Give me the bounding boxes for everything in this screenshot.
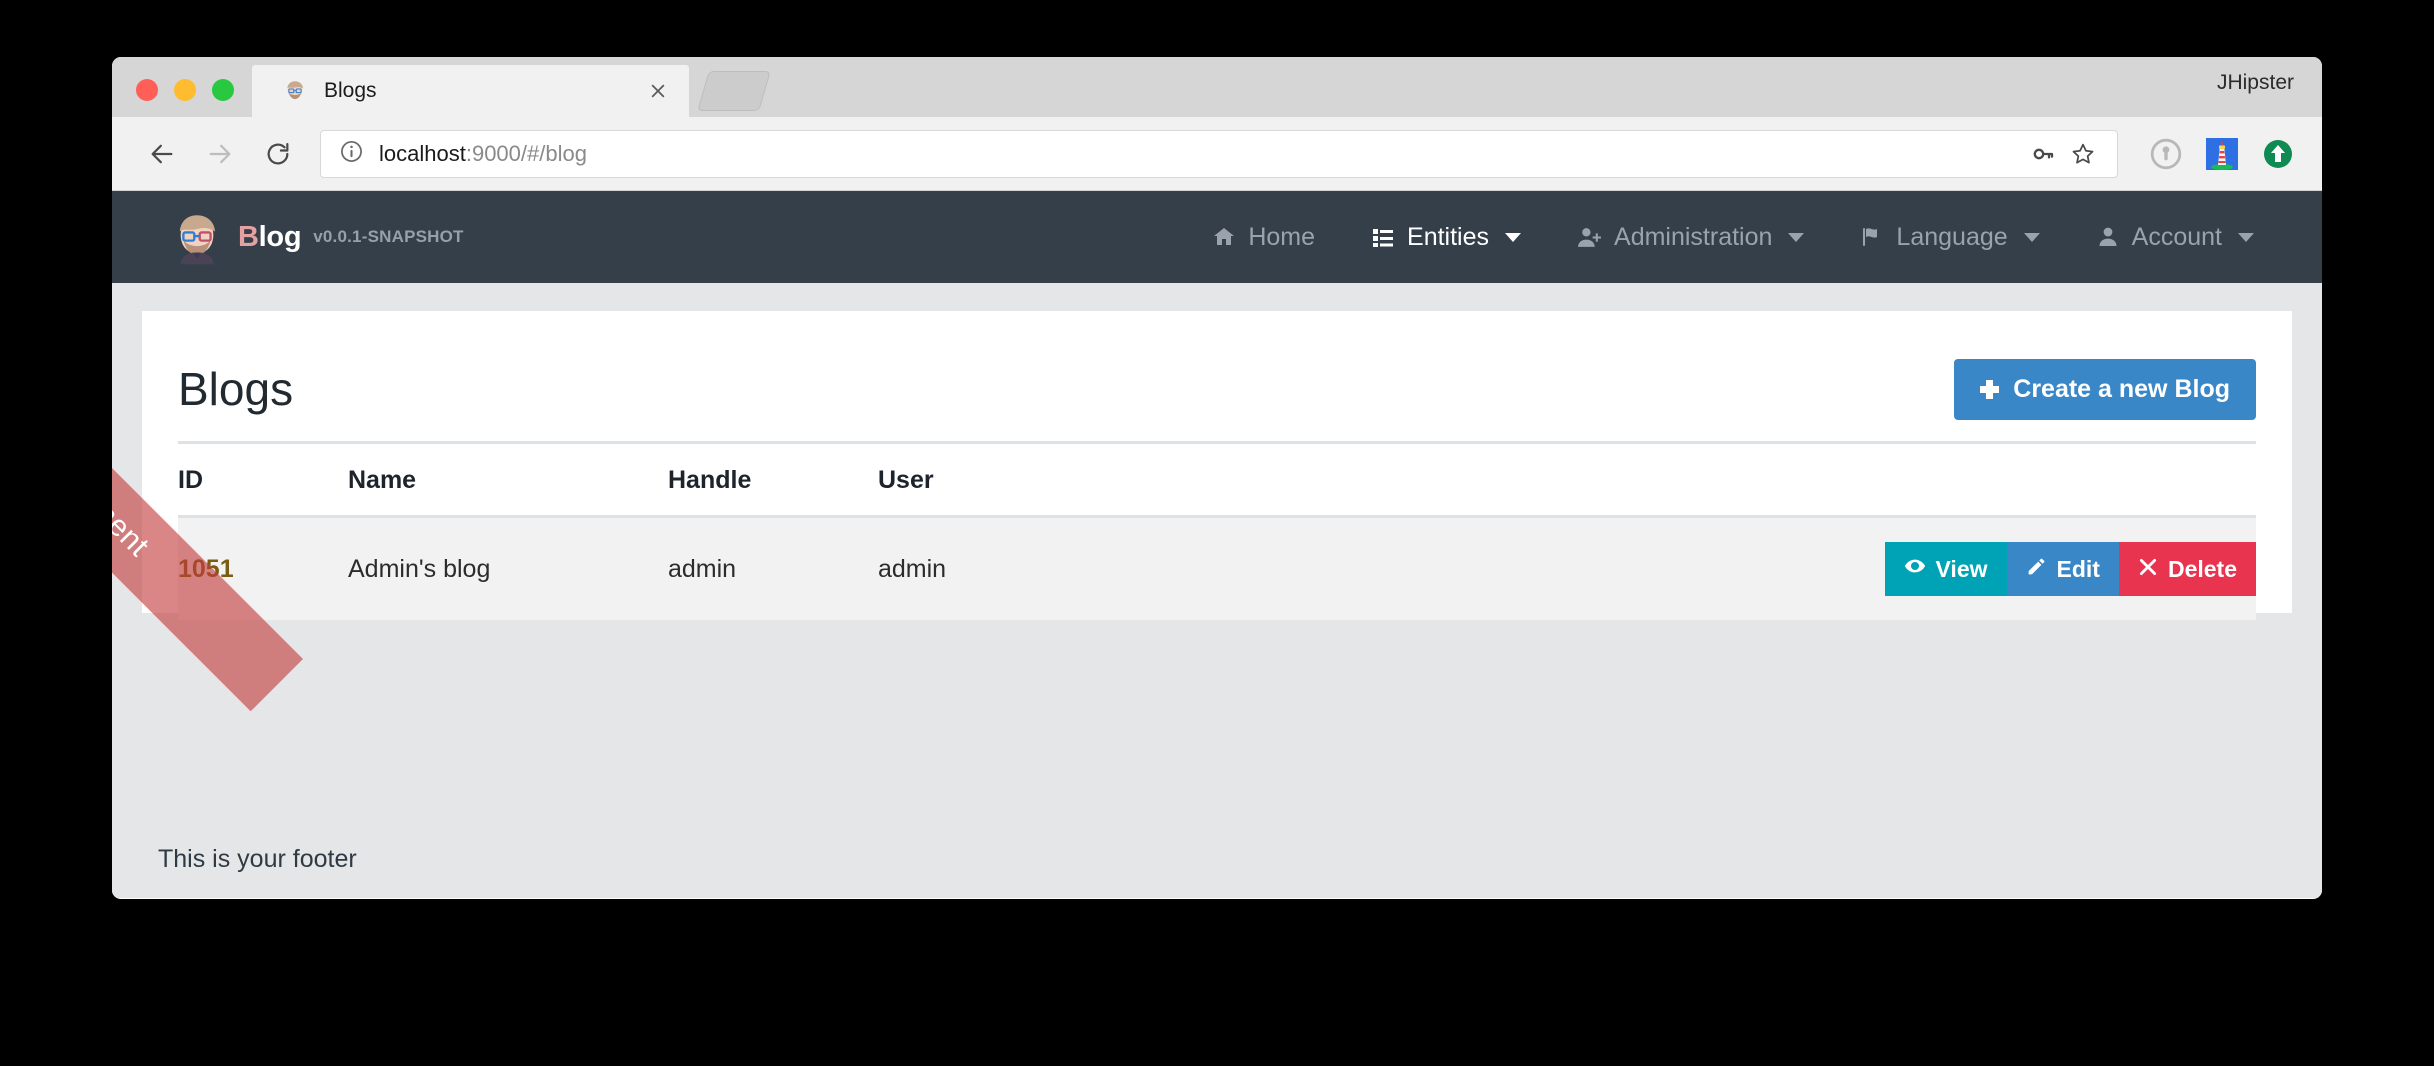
nav-item-entities[interactable]: Entities <box>1343 223 1549 252</box>
chevron-down-icon <box>1505 232 1522 242</box>
row-action-group: View Edit Delete <box>1884 542 2256 596</box>
app-version: v0.0.1-SNAPSHOT <box>313 227 464 246</box>
delete-button[interactable]: Delete <box>2118 542 2256 596</box>
column-header-actions <box>1128 441 2256 517</box>
page-header: Blogs Create a new Blog <box>178 311 2256 431</box>
url-host: localhost <box>379 140 466 166</box>
edit-button-label: Edit <box>2056 555 2100 582</box>
flag-icon <box>1860 225 1884 249</box>
navbar-links: Home Entities Administration Language Ac… <box>1184 223 2282 252</box>
brand-rest: log <box>258 220 302 253</box>
browser-toolbar: localhost:9000/#/blog <box>112 117 2322 191</box>
cell-name: Admin's blog <box>348 515 668 620</box>
nav-item-administration[interactable]: Administration <box>1549 223 1832 252</box>
close-icon[interactable] <box>641 74 675 108</box>
plus-icon <box>1980 379 2000 399</box>
view-button-label: View <box>1935 555 1988 582</box>
nav-item-label: Entities <box>1407 222 1490 251</box>
browser-window: Blogs JHipster localhost:9000/#/blog Blo… <box>112 57 2322 899</box>
column-header-handle[interactable]: Handle <box>668 441 878 517</box>
brand-name: Blog <box>238 220 302 254</box>
lighthouse-icon[interactable] <box>2200 132 2244 176</box>
nav-item-language[interactable]: Language <box>1832 223 2067 252</box>
edit-button[interactable]: Edit <box>2006 542 2119 596</box>
table-row: 1051 Admin's blog admin admin View Edit … <box>178 515 2256 620</box>
column-header-user[interactable]: User <box>878 441 1128 517</box>
column-header-name[interactable]: Name <box>348 441 668 517</box>
nav-item-label: Account <box>2131 222 2222 251</box>
navbar-brand[interactable]: Blog v0.0.1-SNAPSHOT <box>168 208 464 266</box>
address-bar[interactable]: localhost:9000/#/blog <box>320 129 2118 178</box>
column-header-id[interactable]: ID <box>178 441 348 517</box>
page-footer: This is your footer <box>112 820 2322 898</box>
user-plus-icon <box>1577 225 1602 250</box>
nav-item-home[interactable]: Home <box>1184 223 1343 252</box>
key-icon[interactable] <box>2023 134 2063 174</box>
pencil-icon <box>2026 556 2047 583</box>
chevron-down-icon <box>2238 232 2254 242</box>
minimize-window-button[interactable] <box>174 79 196 101</box>
tab-title: Blogs <box>324 79 377 102</box>
page-viewport: Blog v0.0.1-SNAPSHOT Home Entities Admin… <box>112 191 2322 898</box>
jhipster-avatar-icon <box>282 78 308 104</box>
cell-actions: View Edit Delete <box>1128 515 2256 620</box>
blogs-table: ID Name Handle User 1051 Admin's blog ad… <box>178 441 2256 620</box>
nav-item-label: Home <box>1248 222 1316 251</box>
nav-item-label: Language <box>1896 222 2008 251</box>
chevron-down-icon <box>2023 232 2040 242</box>
browser-tab[interactable]: Blogs <box>252 65 689 117</box>
forward-arrow-icon <box>194 128 246 180</box>
create-new-blog-button[interactable]: Create a new Blog <box>1954 358 2256 420</box>
cell-id: 1051 <box>178 515 348 620</box>
reload-icon[interactable] <box>252 128 304 180</box>
nav-item-account[interactable]: Account <box>2068 223 2282 252</box>
cell-user: admin <box>878 515 1128 620</box>
page-content: Blogs Create a new Blog ID Name Handle U… <box>142 311 2292 620</box>
chevron-down-icon <box>1788 232 1805 242</box>
window-controls <box>112 79 252 117</box>
brand-first-letter: B <box>238 220 259 253</box>
create-new-blog-label: Create a new Blog <box>2013 374 2230 403</box>
close-window-button[interactable] <box>136 79 158 101</box>
maximize-window-button[interactable] <box>212 79 234 101</box>
view-button[interactable]: View <box>1884 542 2007 596</box>
url-text: localhost:9000/#/blog <box>379 141 2023 167</box>
times-icon <box>2138 556 2158 583</box>
table-head: ID Name Handle User <box>178 441 2256 517</box>
delete-button-label: Delete <box>2167 555 2237 582</box>
user-icon <box>2096 225 2120 249</box>
back-arrow-icon[interactable] <box>136 128 188 180</box>
table-body: 1051 Admin's blog admin admin View Edit … <box>178 515 2256 620</box>
cell-handle: admin <box>668 515 878 620</box>
page-title: Blogs <box>178 363 294 415</box>
nav-item-label: Administration <box>1614 222 1773 251</box>
url-path: :9000/#/blog <box>465 140 587 166</box>
profile-name[interactable]: JHipster <box>2217 71 2294 95</box>
tab-strip: Blogs JHipster <box>112 57 2322 117</box>
list-icon <box>1371 225 1395 249</box>
home-icon <box>1212 225 1236 249</box>
footer-text: This is your footer <box>158 844 357 873</box>
upload-arrow-icon[interactable] <box>2256 132 2300 176</box>
jhipster-avatar-icon <box>168 208 226 266</box>
app-navbar: Blog v0.0.1-SNAPSHOT Home Entities Admin… <box>112 191 2322 283</box>
new-tab-button[interactable] <box>697 71 771 111</box>
info-circle-icon[interactable] <box>339 139 364 169</box>
blog-id-link[interactable]: 1051 <box>178 555 234 583</box>
star-icon[interactable] <box>2063 134 2103 174</box>
1password-icon[interactable] <box>2144 132 2188 176</box>
table-header-row: ID Name Handle User <box>178 441 2256 517</box>
eye-icon <box>1904 555 1926 583</box>
